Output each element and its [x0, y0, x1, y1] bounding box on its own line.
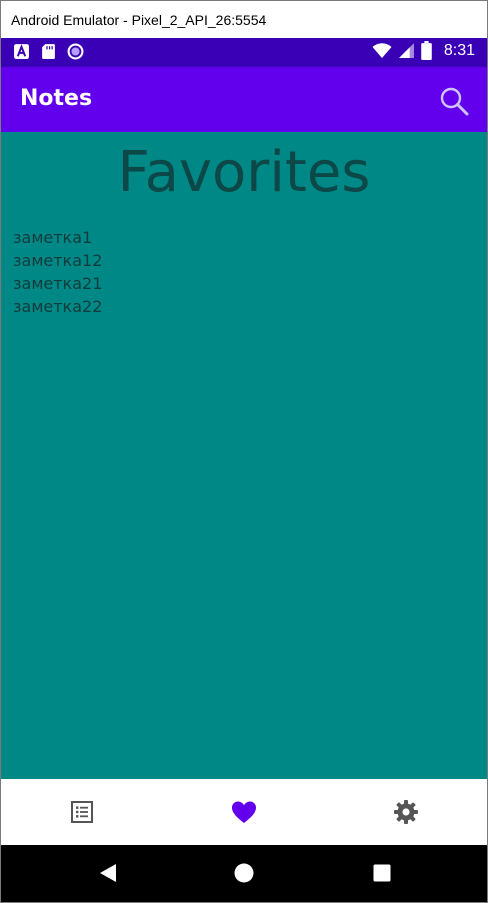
system-navigation-bar [1, 845, 487, 902]
favorites-screen: Favorites заметка1 заметка12 заметка21 з… [1, 132, 487, 779]
status-clock: 8:31 [443, 41, 475, 59]
window-titlebar: Android Emulator - Pixel_2_API_26:5554 [1, 1, 487, 38]
heart-icon[interactable] [230, 798, 258, 826]
emulator-window: Android Emulator - Pixel_2_API_26:5554 8… [0, 0, 488, 903]
a-notification-icon [14, 44, 29, 59]
window-title: Android Emulator - Pixel_2_API_26:5554 [11, 11, 267, 28]
home-icon[interactable] [233, 862, 255, 884]
app-bar: Notes [1, 67, 487, 132]
list-item[interactable]: заметка22 [13, 295, 102, 318]
wifi-icon [372, 42, 392, 58]
cell-signal-icon [398, 43, 414, 58]
list-icon[interactable] [68, 798, 96, 826]
back-icon[interactable] [97, 862, 119, 884]
bottom-navigation [1, 779, 487, 845]
list-item[interactable]: заметка1 [13, 226, 102, 249]
recents-icon[interactable] [371, 862, 393, 884]
note-list: заметка1 заметка12 заметка21 заметка22 [13, 226, 102, 318]
list-item[interactable]: заметка21 [13, 272, 102, 295]
circle-notification-icon [67, 43, 84, 60]
page-title: Favorites [117, 140, 371, 205]
gear-icon[interactable] [392, 798, 420, 826]
app-title: Notes [20, 86, 93, 111]
list-item[interactable]: заметка12 [13, 249, 102, 272]
search-icon[interactable] [439, 86, 469, 116]
sd-card-icon [42, 44, 55, 59]
battery-icon [421, 41, 432, 60]
status-bar: 8:31 [1, 38, 487, 67]
